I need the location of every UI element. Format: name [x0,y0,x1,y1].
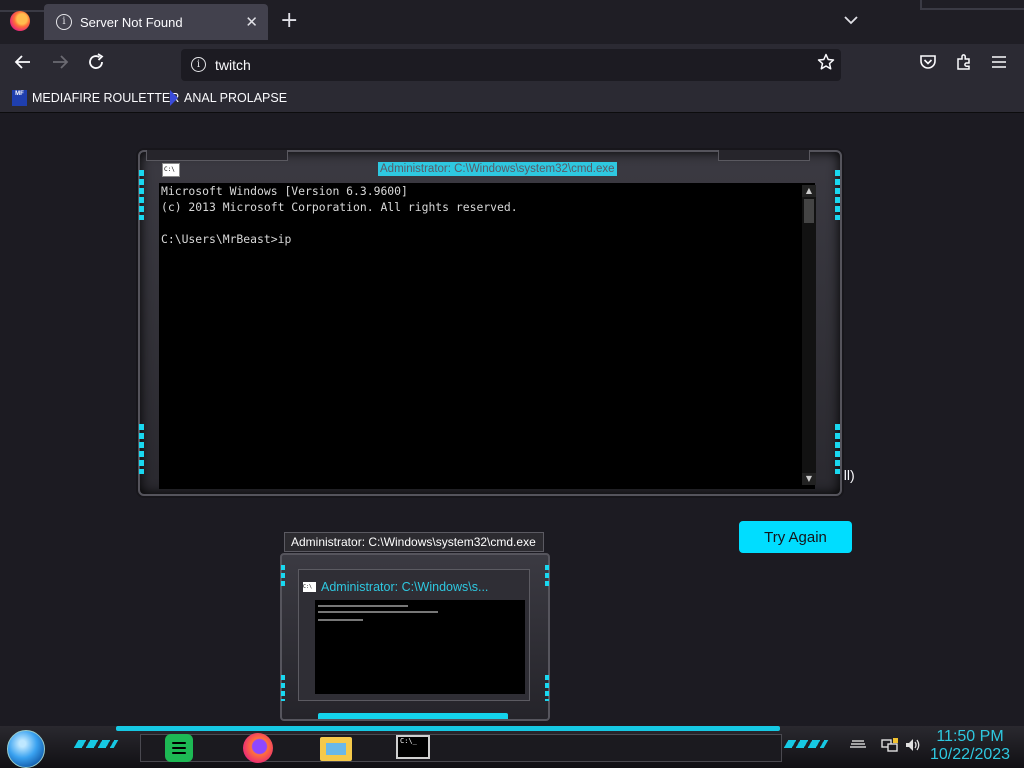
thumbnail-line [318,619,363,621]
thumbnail-title: Administrator: C:\Windows\s... [321,580,489,594]
console-line: (c) 2013 Microsoft Corporation. All righ… [161,200,518,214]
hamburger-menu-icon[interactable] [991,53,1007,75]
cmd-title-icon[interactable]: C:\ [162,163,180,177]
bookmark-favicon-icon [170,90,178,106]
cmd-title-icon: C:\ [303,582,316,592]
list-all-tabs-chevron-icon[interactable] [844,10,858,29]
spotify-icon [165,734,193,762]
console-output[interactable]: Microsoft Windows [Version 6.3.9600] (c)… [159,183,815,489]
taskbar-spotify[interactable] [162,731,198,763]
back-arrow-icon[interactable] [14,53,32,76]
close-tab-icon[interactable]: ✕ [245,13,258,31]
file-explorer-icon [320,737,352,761]
cmd-window[interactable]: C:\ Administrator: C:\Windows\system32\c… [138,150,842,496]
thumbnail-line [318,605,408,607]
taskbar-file-explorer[interactable] [318,731,354,763]
tab-strip: i Server Not Found ✕ + [0,0,1024,44]
console-scrollbar[interactable]: ▲ ▼ [802,185,816,485]
firefox-logo-icon[interactable] [10,11,30,31]
frame-glow [835,424,840,474]
taskbar-preview-title: Administrator: C:\Windows\system32\cmd.e… [284,532,544,552]
frame-glow [835,170,840,220]
window-frame-deco [920,0,1024,10]
frame-glow [545,565,549,589]
taskbar-cmd[interactable]: C:\_ [388,731,440,763]
bookmark-label: MEDIAFIRE ROULETTER [32,91,180,105]
try-again-button[interactable]: Try Again [739,521,852,553]
start-button[interactable] [7,730,45,768]
taskbar-deco [783,740,829,748]
bookmark-label: ANAL PROLAPSE [184,91,288,105]
thumbnail-window: C:\ Administrator: C:\Windows\s... [298,569,530,701]
navigation-toolbar: i [0,44,1024,86]
frame-deco [146,150,288,161]
clock-time: 11:50 PM [936,728,1004,745]
scroll-down-icon[interactable]: ▼ [802,473,816,485]
firefox-icon [243,733,273,763]
taskbar-deco [73,740,119,748]
frame-glow [139,170,144,220]
thumbnail-console [315,600,525,694]
show-hidden-icons-icon[interactable] [850,737,866,753]
bookmark-prolapse[interactable]: ANAL PROLAPSE [170,90,287,106]
pocket-icon[interactable] [919,53,937,76]
frame-glow [139,424,144,474]
cmd-icon: C:\_ [396,735,430,759]
taskbar-accent-line [116,726,780,731]
frame-glow [281,565,285,589]
url-bar[interactable]: i [181,49,841,81]
frame-deco [718,150,810,161]
new-tab-button[interactable]: + [280,10,298,32]
tab-server-not-found[interactable]: i Server Not Found ✕ [44,4,268,40]
info-icon: i [56,14,72,30]
scroll-thumb[interactable] [804,199,814,223]
frame-glow [545,675,549,701]
forward-arrow-icon[interactable] [51,53,69,76]
thumbnail-line [318,611,438,613]
extensions-puzzle-icon[interactable] [955,53,973,76]
preview-accent-bar [318,713,508,719]
url-input[interactable] [215,55,775,75]
console-prompt-line: C:\Users\MrBeast>ip [161,232,292,246]
reload-icon[interactable] [87,53,105,76]
scroll-up-icon[interactable]: ▲ [802,185,816,197]
bookmark-star-icon[interactable] [817,53,835,76]
tab-title: Server Not Found [80,14,183,30]
taskbar-firefox[interactable] [240,731,276,763]
console-line [159,215,815,231]
bookmarks-toolbar: MF MEDIAFIRE ROULETTER ANAL PROLAPSE [0,86,1024,113]
bookmark-mediafire[interactable]: MF MEDIAFIRE ROULETTER [12,90,179,106]
clock-date: 10/22/2023 [929,746,1011,763]
cmd-window-title: Administrator: C:\Windows\system32\cmd.e… [378,162,617,176]
taskbar [0,726,1024,768]
network-icon[interactable] [881,737,899,757]
frame-glow [281,675,285,701]
taskbar-app-strip [140,734,782,762]
mediafire-favicon-icon: MF [12,90,27,106]
console-line: Microsoft Windows [Version 6.3.9600] [161,184,408,198]
site-info-icon[interactable]: i [191,57,206,72]
system-clock[interactable]: 11:50 PM 10/22/2023 [920,728,1020,764]
taskbar-thumbnail-preview[interactable]: C:\ Administrator: C:\Windows\s... [280,553,550,721]
